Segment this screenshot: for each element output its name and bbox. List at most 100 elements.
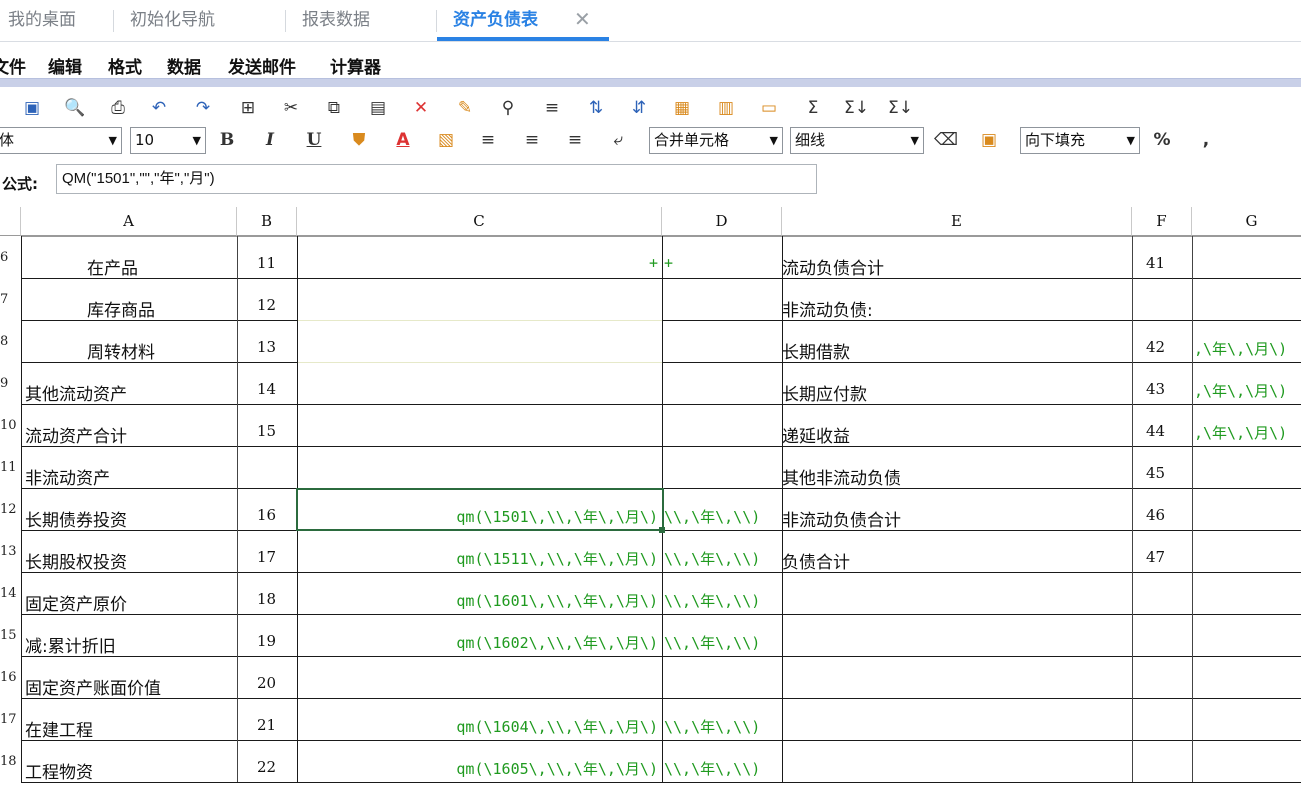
tab-init-nav[interactable]: 初始化导航: [124, 0, 221, 41]
cell-g[interactable]: ,\年\,\月\): [1192, 338, 1301, 362]
cell-g[interactable]: ,\年\,\月\): [1192, 380, 1301, 404]
cell-e[interactable]: [782, 674, 1132, 698]
row-number[interactable]: 7: [0, 292, 21, 307]
cell-e[interactable]: [782, 758, 1132, 782]
cell-b[interactable]: 19: [237, 632, 297, 656]
format-painter-icon[interactable]: ✎: [453, 96, 477, 120]
cell-f[interactable]: [1132, 590, 1192, 614]
fill-color-icon[interactable]: ⛊: [347, 128, 371, 152]
tab-my-desktop[interactable]: 我的桌面: [2, 0, 82, 41]
copy-icon[interactable]: ⧉: [322, 96, 346, 120]
cell-f[interactable]: 43: [1132, 380, 1192, 404]
cell-a[interactable]: 周转材料: [21, 338, 237, 362]
row-number[interactable]: 10: [0, 418, 21, 433]
cell-b[interactable]: 22: [237, 758, 297, 782]
font-name-select[interactable]: 体 ▼: [0, 127, 122, 154]
cell-g[interactable]: [1192, 632, 1301, 656]
cell-d[interactable]: [662, 422, 782, 446]
cell-c[interactable]: [297, 464, 662, 488]
paste-icon[interactable]: ▤: [366, 96, 390, 120]
cell-g[interactable]: ,\年\,\月\): [1192, 422, 1301, 446]
eraser-icon[interactable]: ⌫: [934, 128, 958, 152]
comma-button[interactable]: ,: [1194, 128, 1218, 152]
cell-f[interactable]: 41: [1132, 254, 1192, 278]
properties-icon[interactable]: ▣: [977, 128, 1001, 152]
select-all-icon[interactable]: ⊞: [236, 96, 260, 120]
align-center-icon[interactable]: ≡: [520, 128, 544, 152]
cell-d[interactable]: \\,\年\,\\): [662, 590, 782, 614]
cell-f[interactable]: [1132, 758, 1192, 782]
row-number[interactable]: 8: [0, 334, 21, 349]
cell-g[interactable]: [1192, 590, 1301, 614]
cell-c[interactable]: qm(\1602\,\\,\年\,\月\): [297, 632, 662, 656]
cell-a[interactable]: 非流动资产: [21, 464, 237, 488]
menu-data[interactable]: 数据: [167, 53, 201, 78]
cell-c[interactable]: [297, 338, 662, 362]
cell-f[interactable]: 42: [1132, 338, 1192, 362]
print-icon[interactable]: ⎙: [106, 96, 130, 120]
cell-b[interactable]: 11: [237, 254, 297, 278]
cell-d[interactable]: \\,\年\,\\): [662, 716, 782, 740]
cell-f[interactable]: 46: [1132, 506, 1192, 530]
column-header-f[interactable]: F: [1132, 207, 1192, 236]
cell-c[interactable]: [297, 296, 662, 320]
cell-a[interactable]: 在产品: [21, 254, 237, 278]
menu-file[interactable]: 文件: [0, 53, 26, 78]
delete-icon[interactable]: ✕: [409, 96, 433, 120]
cell-d[interactable]: [662, 296, 782, 320]
cell-e[interactable]: [782, 590, 1132, 614]
cell-f[interactable]: [1132, 674, 1192, 698]
line-style-select[interactable]: 细线 ▼: [790, 127, 924, 154]
menu-send-mail[interactable]: 发送邮件: [228, 53, 296, 78]
cell-d[interactable]: \\,\年\,\\): [662, 758, 782, 782]
row-number[interactable]: 15: [0, 628, 21, 643]
align-right-icon[interactable]: ≡: [563, 128, 587, 152]
column-header-e[interactable]: E: [782, 207, 1132, 236]
edit-formula-icon[interactable]: ≡: [540, 96, 564, 120]
cell-c[interactable]: [297, 422, 662, 446]
menu-calculator[interactable]: 计算器: [330, 53, 381, 78]
column-header-d[interactable]: D: [662, 207, 782, 236]
cell-g[interactable]: [1192, 506, 1301, 530]
cell-a[interactable]: 在建工程: [21, 716, 237, 740]
cell-b[interactable]: 21: [237, 716, 297, 740]
cell-e[interactable]: 非流动负债:: [782, 296, 1132, 320]
menu-format[interactable]: 格式: [108, 53, 142, 78]
merge-cells-select[interactable]: 合并单元格 ▼: [649, 127, 783, 154]
fill-handle[interactable]: [659, 527, 665, 533]
cell-c[interactable]: +: [297, 254, 662, 278]
cell-a[interactable]: 其他流动资产: [21, 380, 237, 404]
cell-c[interactable]: qm(\1601\,\\,\年\,\月\): [297, 590, 662, 614]
spreadsheet-grid[interactable]: A B C D E F G 6 在产品 11 + + 流动负债合计 41 7 库存商品 12 非流动…: [0, 207, 1301, 792]
cell-a[interactable]: 库存商品: [21, 296, 237, 320]
bold-icon[interactable]: B: [215, 128, 239, 152]
save-icon[interactable]: ▣: [20, 96, 44, 120]
row-number[interactable]: 6: [0, 250, 21, 265]
align-left-icon[interactable]: ≡: [476, 128, 500, 152]
cell-a[interactable]: 减:累计折旧: [21, 632, 237, 656]
column-header-g[interactable]: G: [1192, 207, 1301, 236]
cell-c[interactable]: [297, 380, 662, 404]
cell-e[interactable]: 递延收益: [782, 422, 1132, 446]
cell-b[interactable]: 18: [237, 590, 297, 614]
cell-e[interactable]: 长期应付款: [782, 380, 1132, 404]
cell-g[interactable]: [1192, 758, 1301, 782]
print-preview-icon[interactable]: 🔍: [63, 96, 87, 120]
cell-d[interactable]: \\,\年\,\\): [662, 632, 782, 656]
undo-icon[interactable]: ↶: [147, 96, 171, 120]
row-number[interactable]: 14: [0, 586, 21, 601]
sum-all-icon[interactable]: Σ↓: [888, 96, 913, 120]
close-icon[interactable]: ✕: [574, 8, 591, 30]
cell-e[interactable]: 其他非流动负债: [782, 464, 1132, 488]
cell-c[interactable]: qm(\1605\,\\,\年\,\月\): [297, 758, 662, 782]
fill-down-select[interactable]: 向下填充 ▼: [1020, 127, 1140, 154]
cell-d[interactable]: [662, 380, 782, 404]
cell-g[interactable]: [1192, 674, 1301, 698]
percent-button[interactable]: %: [1150, 128, 1174, 152]
tab-report-data[interactable]: 报表数据: [296, 0, 376, 41]
cell-g[interactable]: [1192, 254, 1301, 278]
redo-icon[interactable]: ↷: [191, 96, 215, 120]
italic-icon[interactable]: I: [258, 128, 282, 152]
cell-b[interactable]: 15: [237, 422, 297, 446]
sort-ascending-icon[interactable]: ⇅: [584, 96, 608, 120]
